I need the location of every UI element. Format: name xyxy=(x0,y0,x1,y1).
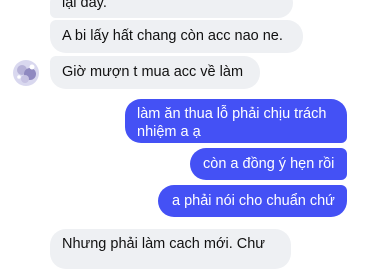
incoming-message[interactable]: A bi lấy hất chang còn acc nao ne. xyxy=(50,20,303,53)
message-text: còn a đồng ý hẹn rồi xyxy=(203,156,335,172)
message-text: lại đây. xyxy=(62,0,107,11)
avatar-image xyxy=(13,60,39,86)
incoming-message[interactable]: Nhưng phải làm cach mới. Chư xyxy=(50,229,291,269)
outgoing-message[interactable]: làm ăn thua lỗ phải chịu trách nhiệm a ạ xyxy=(125,99,347,143)
message-text-line: nhiệm a ạ xyxy=(137,124,201,140)
message-text: a phải nói cho chuẩn chứ xyxy=(172,193,335,209)
outgoing-message[interactable]: a phải nói cho chuẩn chứ xyxy=(158,185,347,217)
incoming-message[interactable]: lại đây. xyxy=(50,0,293,18)
message-text: Giờ mượn t mua acc về làm xyxy=(62,64,244,80)
message-text: A bi lấy hất chang còn acc nao ne. xyxy=(62,28,283,44)
message-text-line: làm ăn thua lỗ phải chịu trách xyxy=(137,106,327,122)
incoming-message[interactable]: Giờ mượn t mua acc về làm xyxy=(50,56,260,89)
message-text: Nhưng phải làm cach mới. Chư xyxy=(62,236,265,252)
contact-avatar[interactable] xyxy=(13,60,39,86)
outgoing-message[interactable]: còn a đồng ý hẹn rồi xyxy=(190,148,347,180)
